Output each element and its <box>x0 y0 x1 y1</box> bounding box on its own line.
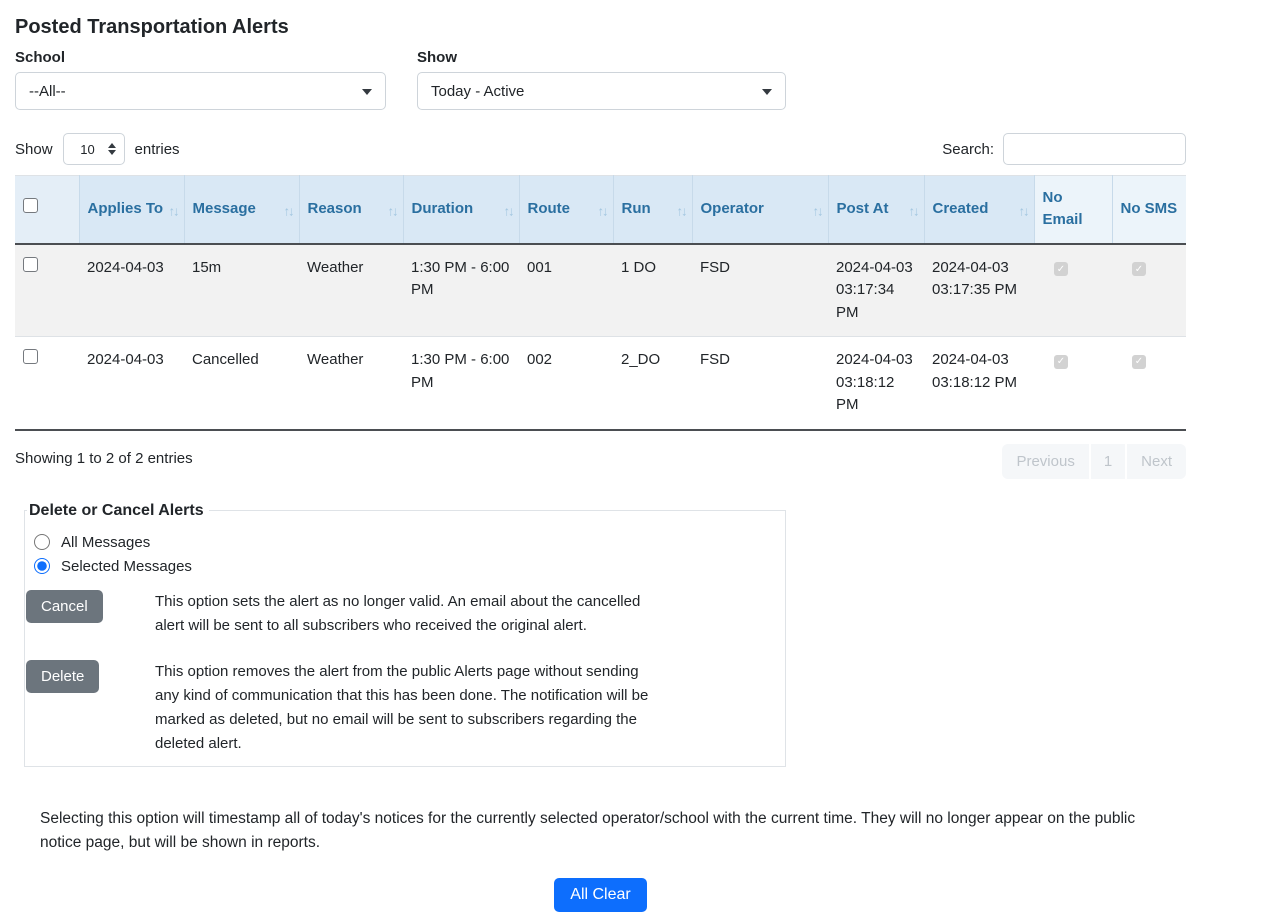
sort-icon: ↑↓ <box>388 202 397 222</box>
table-header-row: Applies To ↑↓ Message ↑↓ Reason ↑↓ Durat… <box>15 176 1186 244</box>
search-control: Search: <box>942 133 1186 165</box>
cell-operator: FSD <box>692 244 828 337</box>
cell-run: 1 DO <box>613 244 692 337</box>
cell-created: 2024-04-03 03:18:12 PM <box>924 337 1034 430</box>
pagination-previous[interactable]: Previous <box>1002 444 1090 479</box>
cell-applies-to: 2024-04-03 <box>79 337 184 430</box>
selected-messages-radio[interactable] <box>34 558 50 574</box>
table-row: 2024-04-03 15m Weather 1:30 PM - 6:00 PM… <box>15 244 1186 337</box>
col-header-run[interactable]: Run ↑↓ <box>613 176 692 244</box>
pagination-page-1[interactable]: 1 <box>1091 444 1127 479</box>
select-all-checkbox[interactable] <box>23 198 38 213</box>
school-filter-group: School --All-- <box>15 49 386 110</box>
no-sms-checked-icon: ✓ <box>1132 262 1146 276</box>
search-input[interactable] <box>1003 133 1186 165</box>
col-header-no-email: No Email <box>1034 176 1112 244</box>
cell-post-at: 2024-04-03 03:17:34 PM <box>828 244 924 337</box>
cell-applies-to: 2024-04-03 <box>79 244 184 337</box>
school-select-value: --All-- <box>29 83 66 100</box>
col-header-operator[interactable]: Operator ↑↓ <box>692 176 828 244</box>
col-header-post-at[interactable]: Post At ↑↓ <box>828 176 924 244</box>
sort-icon: ↑↓ <box>813 202 822 222</box>
row-select-checkbox[interactable] <box>23 257 38 272</box>
table-controls: Show 10 entries Search: <box>15 133 1186 165</box>
chevron-down-icon <box>762 89 772 95</box>
chevron-down-icon <box>362 89 372 95</box>
cell-message: 15m <box>184 244 299 337</box>
col-header-duration[interactable]: Duration ↑↓ <box>403 176 519 244</box>
no-sms-checked-icon: ✓ <box>1132 355 1146 369</box>
filters-row: School --All-- Show Today - Active <box>15 49 1186 110</box>
cell-post-at: 2024-04-03 03:18:12 PM <box>828 337 924 430</box>
updown-icon <box>108 143 116 155</box>
cell-run: 2_DO <box>613 337 692 430</box>
col-header-applies-to[interactable]: Applies To ↑↓ <box>79 176 184 244</box>
table-row: 2024-04-03 Cancelled Weather 1:30 PM - 6… <box>15 337 1186 430</box>
entries-length-control: Show 10 entries <box>15 133 180 165</box>
col-header-route[interactable]: Route ↑↓ <box>519 176 613 244</box>
table-info: Showing 1 to 2 of 2 entries <box>15 444 193 467</box>
no-email-checked-icon: ✓ <box>1054 262 1068 276</box>
entries-select[interactable]: 10 <box>63 133 125 165</box>
search-label: Search: <box>942 141 994 158</box>
all-messages-option[interactable]: All Messages <box>34 534 785 551</box>
page: Posted Transportation Alerts School --Al… <box>0 0 1201 912</box>
cell-created: 2024-04-03 03:17:35 PM <box>924 244 1034 337</box>
all-clear-note: Selecting this option will timestamp all… <box>40 807 1140 855</box>
sort-icon: ↑↓ <box>598 202 607 222</box>
delete-button[interactable]: Delete <box>26 660 99 693</box>
school-select[interactable]: --All-- <box>15 72 386 110</box>
col-header-created[interactable]: Created ↑↓ <box>924 176 1034 244</box>
show-filter-group: Show Today - Active <box>417 49 786 110</box>
all-clear-button[interactable]: All Clear <box>554 878 646 912</box>
show-select-value: Today - Active <box>431 83 524 100</box>
page-title: Posted Transportation Alerts <box>15 16 1186 39</box>
sort-icon: ↑↓ <box>677 202 686 222</box>
pagination: Previous 1 Next <box>1002 444 1186 479</box>
sort-icon: ↑↓ <box>284 202 293 222</box>
cell-operator: FSD <box>692 337 828 430</box>
sort-icon: ↑↓ <box>504 202 513 222</box>
entries-suffix: entries <box>135 141 180 158</box>
sort-icon: ↑↓ <box>169 202 178 222</box>
col-header-reason[interactable]: Reason ↑↓ <box>299 176 403 244</box>
sort-icon: ↑↓ <box>909 202 918 222</box>
all-messages-radio[interactable] <box>34 534 50 550</box>
row-select-checkbox[interactable] <box>23 349 38 364</box>
cell-reason: Weather <box>299 244 403 337</box>
cancel-action-row: Cancel This option sets the alert as no … <box>26 590 785 638</box>
selected-messages-option[interactable]: Selected Messages <box>34 558 785 575</box>
cell-message: Cancelled <box>184 337 299 430</box>
sort-icon: ↑↓ <box>1019 202 1028 222</box>
pagination-next[interactable]: Next <box>1127 444 1186 479</box>
cell-duration: 1:30 PM - 6:00 PM <box>403 337 519 430</box>
fieldset-legend: Delete or Cancel Alerts <box>27 502 209 520</box>
select-all-header <box>15 176 79 244</box>
cancel-button[interactable]: Cancel <box>26 590 103 623</box>
alerts-table: Applies To ↑↓ Message ↑↓ Reason ↑↓ Durat… <box>15 175 1186 431</box>
delete-description: This option removes the alert from the p… <box>155 660 660 756</box>
cell-duration: 1:30 PM - 6:00 PM <box>403 244 519 337</box>
no-email-checked-icon: ✓ <box>1054 355 1068 369</box>
delete-action-row: Delete This option removes the alert fro… <box>26 660 785 756</box>
cancel-description: This option sets the alert as no longer … <box>155 590 660 638</box>
cell-route: 002 <box>519 337 613 430</box>
entries-prefix: Show <box>15 141 53 158</box>
cell-reason: Weather <box>299 337 403 430</box>
entries-select-value: 10 <box>80 142 94 157</box>
message-scope-radios: All Messages Selected Messages <box>34 534 785 575</box>
delete-cancel-fieldset: Delete or Cancel Alerts All Messages Sel… <box>24 502 786 767</box>
col-header-no-sms: No SMS <box>1112 176 1186 244</box>
show-label: Show <box>417 49 786 66</box>
school-label: School <box>15 49 386 66</box>
cell-route: 001 <box>519 244 613 337</box>
col-header-message[interactable]: Message ↑↓ <box>184 176 299 244</box>
table-footer: Showing 1 to 2 of 2 entries Previous 1 N… <box>15 444 1186 479</box>
show-select[interactable]: Today - Active <box>417 72 786 110</box>
